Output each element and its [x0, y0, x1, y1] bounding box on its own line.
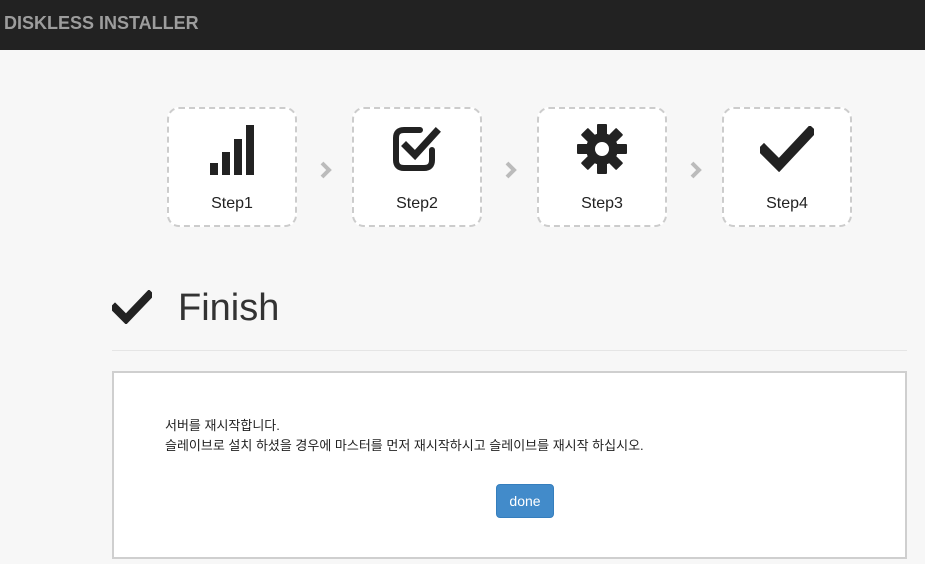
message-line-1: 서버를 재시작합니다. [165, 418, 280, 433]
signal-bars-icon [169, 123, 295, 175]
checkmark-icon [724, 123, 850, 175]
step-2-label: Step2 [396, 195, 438, 212]
step-2-card[interactable]: Step2 [352, 107, 482, 227]
message-panel: 서버를 재시작합니다. 슬레이브로 설치 하셨을 경우에 마스터를 먼저 재시작… [112, 371, 907, 559]
divider [112, 350, 907, 351]
step-3-label: Step3 [581, 195, 623, 212]
step-3-card[interactable]: Step3 [537, 107, 667, 227]
page-title: Finish [178, 287, 280, 329]
top-navbar: DISKLESS INSTALLER [0, 0, 925, 50]
checkmark-icon [109, 289, 155, 329]
chevron-right-icon [687, 159, 705, 181]
step-1-label: Step1 [211, 195, 253, 212]
message-line-2: 슬레이브로 설치 하셨을 경우에 마스터를 먼저 재시작하시고 슬레이브를 재시… [165, 438, 644, 453]
checkbox-checked-icon [354, 123, 480, 175]
step-4-label: Step4 [766, 195, 808, 212]
step-1-card[interactable]: Step1 [167, 107, 297, 227]
chevron-right-icon [502, 159, 520, 181]
gear-icon [539, 123, 665, 175]
done-button[interactable]: done [496, 484, 554, 518]
brand-title[interactable]: DISKLESS INSTALLER [4, 13, 199, 34]
step-4-card[interactable]: Step4 [722, 107, 852, 227]
chevron-right-icon [317, 159, 335, 181]
